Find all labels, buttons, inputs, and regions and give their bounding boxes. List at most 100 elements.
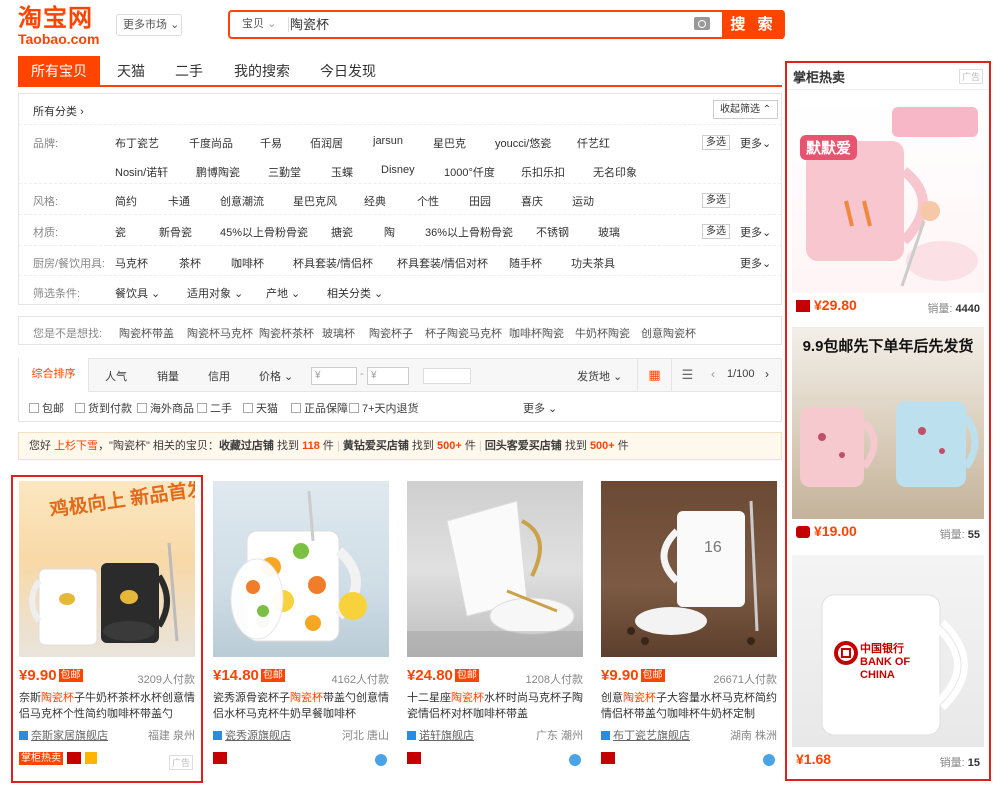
prev-page-icon[interactable]: ‹	[711, 367, 715, 381]
sidebar-product-image[interactable]: 默默爱	[792, 101, 984, 293]
brand-item[interactable]: 玉蝶	[331, 164, 353, 180]
suggest-item[interactable]: 陶瓷杯马克杯	[187, 325, 253, 341]
ship-from-dropdown[interactable]: 发货地 ⌄	[577, 368, 622, 384]
sort-popularity[interactable]: 人气	[105, 368, 127, 384]
suggest-item[interactable]: 杯子陶瓷马克杯	[425, 325, 502, 341]
tab-second-hand[interactable]: 二手	[162, 56, 216, 86]
checkbox-second-hand[interactable]: 二手	[197, 400, 232, 416]
wangwang-icon[interactable]	[763, 754, 775, 766]
product-card[interactable]: ¥14.80 包邮 4162人付款 瓷秀源骨瓷杯子陶瓷杯带盖勺创意情侣水杯马克杯牛…	[213, 481, 389, 778]
brand-item[interactable]: 三勤堂	[268, 164, 301, 180]
material-item[interactable]: 45%以上骨粉骨瓷	[220, 224, 308, 240]
brand-item[interactable]: 乐扣乐扣	[521, 164, 565, 180]
kitchen-item[interactable]: 马克杯	[115, 255, 148, 271]
suggest-item[interactable]: 牛奶杯陶瓷	[575, 325, 630, 341]
sort-default[interactable]: 综合排序	[19, 358, 89, 392]
product-title[interactable]: 创意陶瓷杯子大容量水杯马克杯简约情侣杯带盖勺咖啡杯牛奶杯定制	[601, 690, 777, 722]
style-item[interactable]: 创意潮流	[220, 193, 264, 209]
product-title[interactable]: 奈斯陶瓷杯子牛奶杯茶杯水杯创意情侣马克杯个性简约咖啡杯带盖勺	[19, 690, 195, 722]
style-item[interactable]: 简约	[115, 193, 137, 209]
condition-dropdown[interactable]: 产地 ⌄	[266, 285, 300, 301]
brand-item[interactable]: 布丁瓷艺	[115, 135, 159, 151]
shop-link[interactable]: 布丁瓷艺旗舰店	[601, 727, 690, 743]
sidebar-product-image[interactable]: 中国银行 BANK OF CHINA	[792, 555, 984, 747]
brand-item[interactable]: jarsun	[373, 135, 403, 147]
tab-today-discover[interactable]: 今日发现	[310, 56, 386, 86]
suggest-item[interactable]: 陶瓷杯子	[369, 325, 413, 341]
checkbox-tmall[interactable]: 天猫	[243, 400, 278, 416]
brand-item[interactable]: 1000°仟度	[444, 164, 495, 180]
kitchen-item[interactable]: 随手杯	[509, 255, 542, 271]
notice-category[interactable]: 黄钻爱买店铺	[343, 440, 409, 452]
shop-link[interactable]: 瓷秀源旗舰店	[213, 727, 291, 743]
suggest-item[interactable]: 玻璃杯	[322, 325, 355, 341]
more-markets-dropdown[interactable]: 更多市场 ⌄	[116, 14, 182, 36]
kitchen-item[interactable]: 杯具套装/情侣杯	[293, 255, 373, 271]
material-item[interactable]: 36%以上骨粉骨瓷	[425, 224, 513, 240]
material-item[interactable]: 瓷	[115, 224, 126, 240]
style-item[interactable]: 喜庆	[521, 193, 543, 209]
taobao-logo[interactable]: 淘宝网 Taobao.com	[18, 6, 108, 47]
material-item[interactable]: 陶	[384, 224, 395, 240]
brand-item[interactable]: 仟艺红	[577, 135, 610, 151]
suggest-item[interactable]: 陶瓷杯茶杯	[259, 325, 314, 341]
product-card[interactable]: ¥24.80 包邮 1208人付款 十二星座陶瓷杯水杯时尚马克杯子陶瓷情侣杯对杯咖…	[407, 481, 583, 778]
notice-username[interactable]: 上杉下雪	[54, 440, 98, 452]
list-view-icon[interactable]: ☰	[671, 359, 703, 392]
condition-dropdown[interactable]: 适用对象 ⌄	[187, 285, 243, 301]
brand-item[interactable]: 千易	[260, 135, 282, 151]
product-card[interactable]: 16 ¥9.90 包邮 26671人付款 创意陶瓷杯子大容量水杯马克杯简约情侣杯带…	[601, 481, 777, 778]
search-scope-select[interactable]: 宝贝 ⌄	[230, 12, 288, 37]
material-item[interactable]: 玻璃	[598, 224, 620, 240]
kitchen-item[interactable]: 杯具套装/情侣对杯	[397, 255, 488, 271]
suggest-item[interactable]: 陶瓷杯带盖	[119, 325, 174, 341]
material-item[interactable]: 搪瓷	[331, 224, 353, 240]
all-categories-link[interactable]: 所有分类 ›	[33, 103, 84, 119]
condition-dropdown[interactable]: 相关分类 ⌄	[327, 285, 383, 301]
product-card[interactable]: 鸡极向上 新品首发 ¥9.90 包邮 3209人付款 奈斯陶瓷杯子牛奶杯茶杯水杯创…	[19, 481, 195, 778]
checkbox-cod[interactable]: 货到付款	[75, 400, 132, 416]
brand-item[interactable]: 千度尚品	[189, 135, 233, 151]
checkbox-overseas[interactable]: 海外商品	[137, 400, 194, 416]
material-item[interactable]: 不锈钢	[536, 224, 569, 240]
brand-item[interactable]: 佰润居	[310, 135, 343, 151]
brand-item[interactable]: 无名印象	[593, 164, 637, 180]
search-input[interactable]	[290, 12, 670, 37]
brand-multi-select[interactable]: 多选	[702, 135, 730, 150]
style-item[interactable]: 经典	[364, 193, 386, 209]
product-image[interactable]: 16	[601, 481, 777, 657]
product-title[interactable]: 瓷秀源骨瓷杯子陶瓷杯带盖勺创意情侣水杯马克杯牛奶早餐咖啡杯	[213, 690, 389, 722]
tab-all-items[interactable]: 所有宝贝	[18, 56, 100, 86]
brand-item[interactable]: Disney	[381, 164, 415, 176]
kitchen-item[interactable]: 茶杯	[179, 255, 201, 271]
checkbox-authentic[interactable]: 正品保障	[291, 400, 348, 416]
style-item[interactable]: 田园	[469, 193, 491, 209]
material-more-button[interactable]: 更多⌄	[740, 224, 771, 240]
notice-category[interactable]: 回头客爱买店铺	[485, 440, 562, 452]
kitchen-item[interactable]: 咖啡杯	[231, 255, 264, 271]
suggest-item[interactable]: 咖啡杯陶瓷	[509, 325, 564, 341]
brand-item[interactable]: 鹏博陶瓷	[196, 164, 240, 180]
next-page-icon[interactable]: ›	[765, 367, 769, 381]
price-min-input[interactable]: ¥	[311, 367, 357, 385]
brand-item[interactable]: youcci/悠瓷	[495, 135, 551, 151]
sort-credit[interactable]: 信用	[208, 368, 230, 384]
price-max-input[interactable]: ¥	[367, 367, 409, 385]
style-item[interactable]: 个性	[417, 193, 439, 209]
sidebar-product[interactable]: 中国银行 BANK OF CHINA ¥1.68 销量: 15	[792, 555, 984, 773]
checks-more-button[interactable]: 更多 ⌄	[523, 400, 557, 416]
notice-category[interactable]: 收藏过店铺	[219, 440, 274, 452]
condition-dropdown[interactable]: 餐饮具 ⌄	[115, 285, 160, 301]
sort-price[interactable]: 价格 ⌄	[259, 368, 293, 384]
collapse-filter-button[interactable]: 收起筛选 ⌃	[713, 100, 779, 119]
style-item[interactable]: 运动	[572, 193, 594, 209]
product-title[interactable]: 十二星座陶瓷杯水杯时尚马克杯子陶瓷情侣杯对杯咖啡杯带盖	[407, 690, 583, 722]
shop-link[interactable]: 奈斯家居旗舰店	[19, 727, 108, 743]
wangwang-icon[interactable]	[375, 754, 387, 766]
wangwang-icon[interactable]	[569, 754, 581, 766]
material-item[interactable]: 新骨瓷	[159, 224, 192, 240]
material-multi-select[interactable]: 多选	[702, 224, 730, 239]
style-item[interactable]: 星巴克风	[293, 193, 337, 209]
style-item[interactable]: 卡通	[168, 193, 190, 209]
brand-more-button[interactable]: 更多⌄	[740, 135, 771, 151]
